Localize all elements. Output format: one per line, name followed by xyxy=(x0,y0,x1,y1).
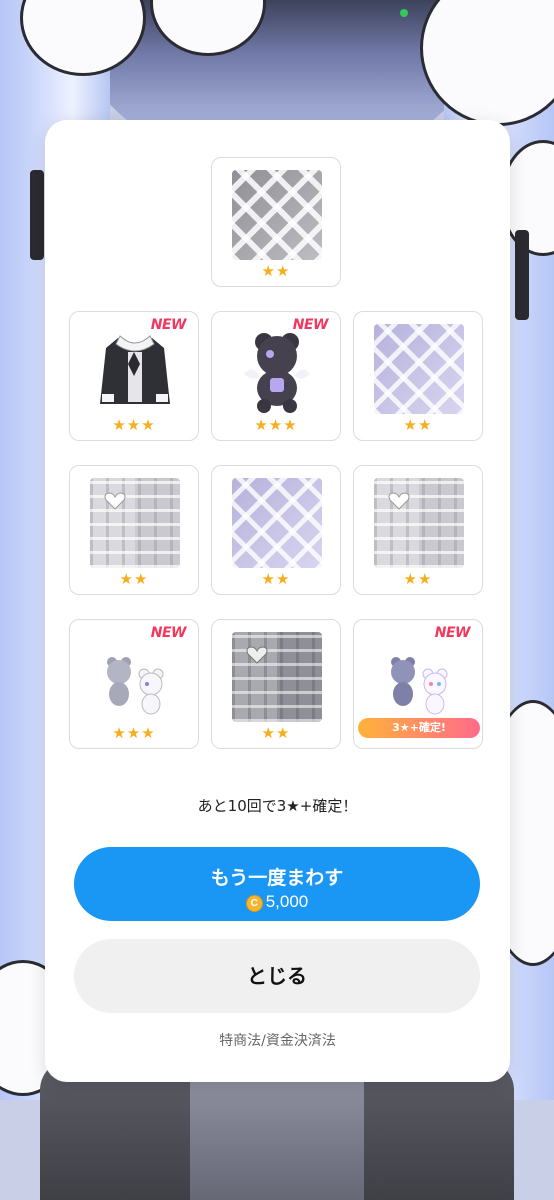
jacket-image xyxy=(100,335,170,404)
pity-hint-text: あと10回で3★+確定！ xyxy=(197,797,358,815)
heart-icon xyxy=(246,646,268,664)
gacha-result-modal: ★★ NEW ★★★ NEW ★★★ ★★ ★★ ★★ ★★ NEW ★★★ ★… xyxy=(45,120,510,1082)
rarity-stars: ★★ xyxy=(403,416,433,434)
item-pattern-image xyxy=(374,324,464,414)
result-card[interactable]: ★★ xyxy=(353,311,483,441)
heart-icon xyxy=(104,492,126,510)
result-card[interactable]: NEW ★★★ xyxy=(211,311,341,441)
bear-figures-image xyxy=(391,657,448,715)
spin-again-button[interactable]: もう一度まわす C 5,000 xyxy=(74,847,480,921)
item-pattern-image xyxy=(232,478,322,568)
spin-cost-value: 5,000 xyxy=(265,892,309,911)
rarity-stars: ★★★ xyxy=(254,416,298,434)
new-label: NEW xyxy=(150,625,187,641)
result-card[interactable]: ★★ xyxy=(353,465,483,595)
legal-link[interactable]: 特商法/資金決済法 xyxy=(45,1030,510,1050)
new-label: NEW xyxy=(434,625,471,641)
item-pattern-image xyxy=(232,632,322,722)
rarity-stars: ★★ xyxy=(403,570,433,588)
heart-icon xyxy=(388,492,410,510)
spin-again-label: もう一度まわす xyxy=(210,868,344,889)
item-pattern-image xyxy=(374,478,464,568)
rarity-stars: ★★ xyxy=(261,570,291,588)
result-card[interactable]: ★★ xyxy=(211,465,341,595)
rarity-stars: ★★ xyxy=(261,724,291,742)
result-card[interactable]: ★★ xyxy=(211,619,341,749)
rarity-stars: ★★★ xyxy=(112,416,156,434)
bear-plush-image xyxy=(244,333,310,413)
result-card[interactable]: ★★ xyxy=(69,465,199,595)
status-dot xyxy=(400,9,408,17)
new-label: NEW xyxy=(292,317,329,333)
result-card[interactable]: NEW ★★★ xyxy=(69,311,199,441)
item-pattern-image xyxy=(232,170,322,260)
coin-icon: C xyxy=(245,895,263,912)
guarantee-badge: 3★+確定! xyxy=(358,718,480,738)
result-card[interactable]: ★★ xyxy=(211,157,341,287)
dress-panel xyxy=(190,1080,364,1200)
item-pattern-image xyxy=(90,478,180,568)
ribbon-right xyxy=(515,230,529,320)
rarity-stars: ★★★ xyxy=(112,724,156,742)
rarity-stars: ★★ xyxy=(261,262,291,280)
result-card[interactable]: NEW ★★★ xyxy=(69,619,199,749)
bear-figures-image xyxy=(107,657,164,715)
rarity-stars: ★★ xyxy=(119,570,149,588)
close-button[interactable]: とじる xyxy=(74,939,480,1013)
spin-cost: C 5,000 xyxy=(80,891,474,913)
new-label: NEW xyxy=(150,317,187,333)
ribbon-left xyxy=(30,170,44,260)
